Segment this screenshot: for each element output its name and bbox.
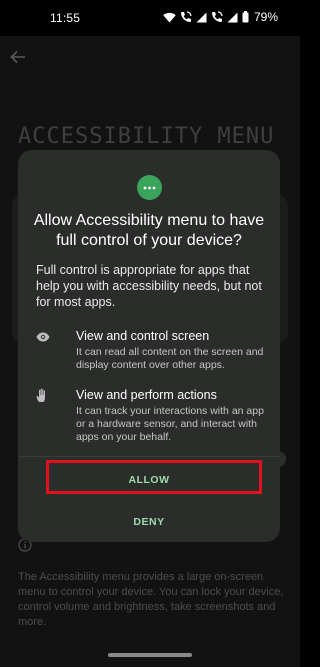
battery-icon xyxy=(242,11,249,23)
gesture-navigation-bar[interactable] xyxy=(108,653,192,657)
dialog-divider xyxy=(18,456,280,457)
permission-description: It can track your interactions with an a… xyxy=(76,405,264,443)
deny-button[interactable]: DENY xyxy=(49,508,249,536)
wifi-calling-icon xyxy=(211,11,223,23)
permission-title: View and perform actions xyxy=(76,388,217,402)
wifi-icon xyxy=(163,12,176,23)
wifi-calling-icon xyxy=(180,11,192,23)
dialog-body: Full control is appropriate for apps tha… xyxy=(36,263,262,309)
eye-icon xyxy=(36,329,50,347)
dialog-title: Allow Accessibility menu to have full co… xyxy=(33,212,265,249)
status-icons: 79% xyxy=(163,10,278,24)
status-time: 11:55 xyxy=(50,11,81,25)
page-title: ACCESSIBILITY MENU xyxy=(18,124,275,149)
signal-icon xyxy=(227,12,238,23)
allow-highlight-box xyxy=(46,460,262,494)
more-dots-icon xyxy=(137,175,162,200)
signal-icon xyxy=(196,12,207,23)
permission-title: View and control screen xyxy=(76,329,210,343)
status-bar: 11:55 79% xyxy=(0,0,300,36)
battery-percentage: 79% xyxy=(253,10,278,24)
hand-icon xyxy=(36,388,49,408)
back-arrow-icon[interactable] xyxy=(10,50,26,69)
page-description: The Accessibility menu provides a large … xyxy=(18,571,284,628)
permission-description: It can read all content on the screen an… xyxy=(76,346,264,371)
